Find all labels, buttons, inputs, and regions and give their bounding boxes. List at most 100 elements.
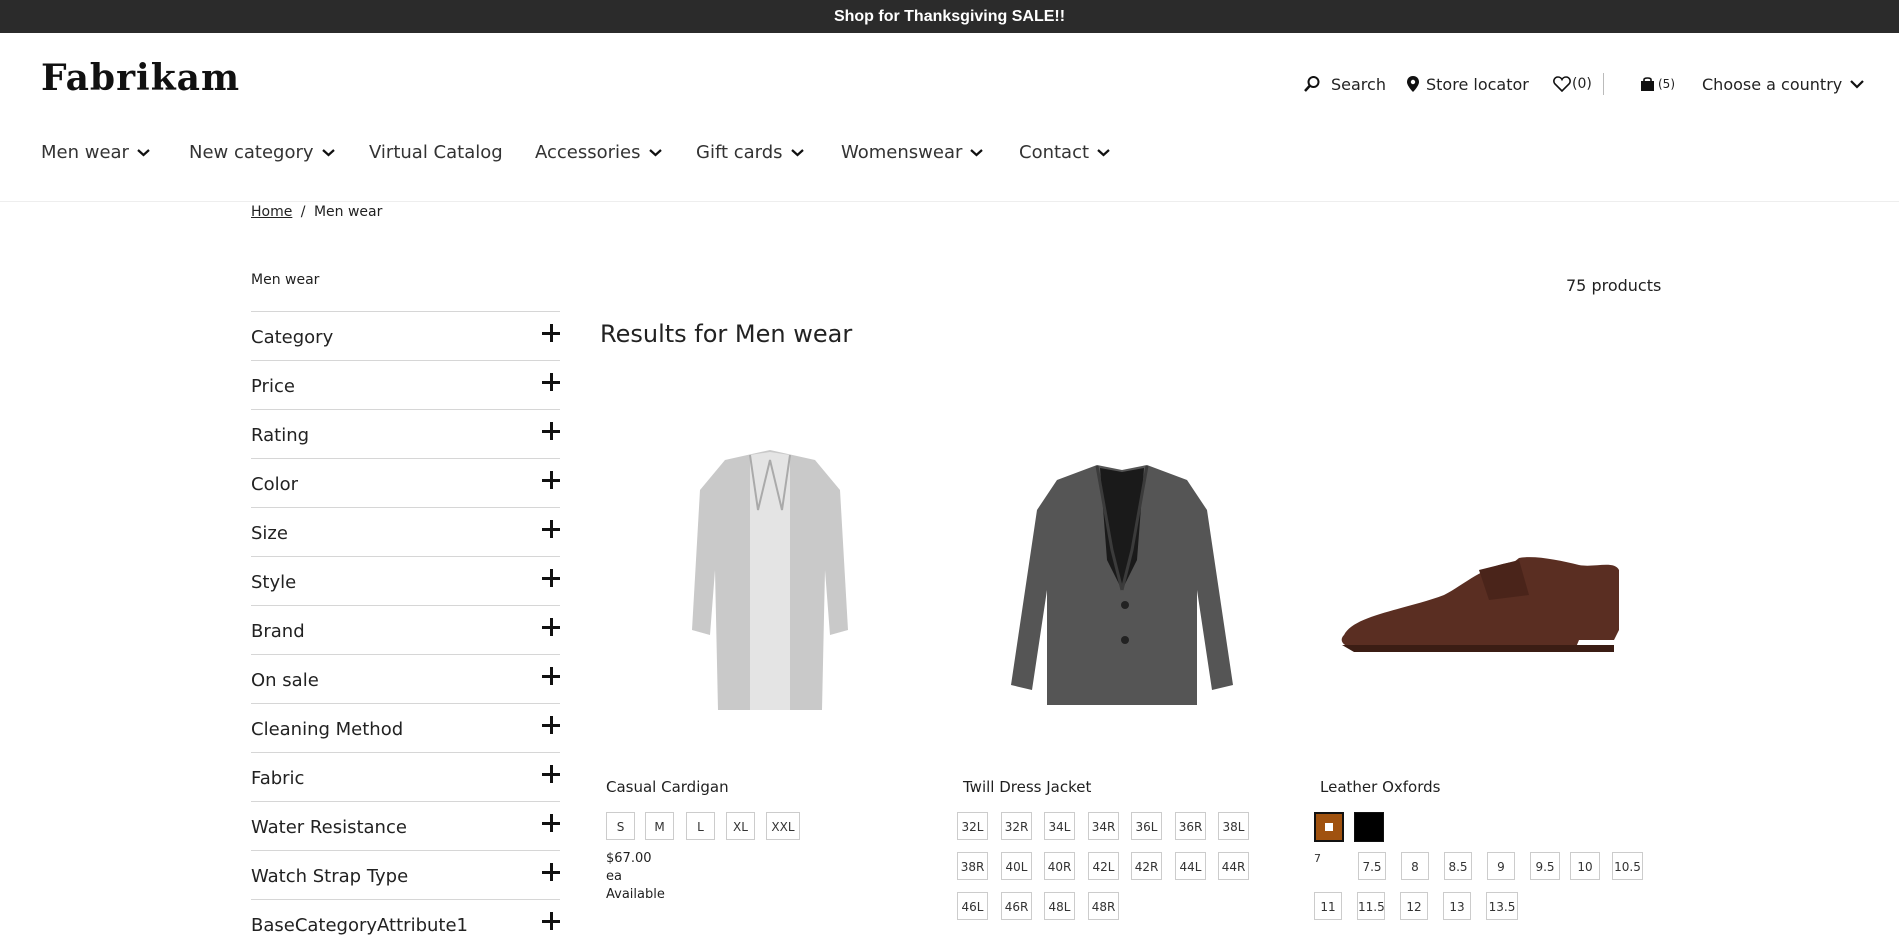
facet-label: Brand: [251, 621, 305, 642]
product-name[interactable]: Casual Cardigan: [606, 778, 729, 796]
plus-icon[interactable]: [542, 520, 560, 538]
size-option[interactable]: 42L: [1088, 852, 1119, 880]
product-name[interactable]: Twill Dress Jacket: [963, 778, 1091, 796]
cart-button[interactable]: (5): [1640, 76, 1675, 92]
country-picker[interactable]: Choose a country: [1702, 74, 1865, 94]
plus-icon[interactable]: [542, 373, 560, 391]
facet-label: On sale: [251, 670, 319, 691]
size-option[interactable]: 48R: [1088, 892, 1119, 920]
facet-water-resistance[interactable]: Water Resistance: [251, 801, 560, 850]
size-option[interactable]: 10: [1570, 852, 1600, 880]
size-option[interactable]: M: [645, 812, 674, 840]
size-option[interactable]: 11.5: [1357, 892, 1385, 920]
product-price-block: $67.00 ea Available: [606, 850, 665, 904]
size-option[interactable]: 10.5: [1612, 852, 1643, 880]
plus-icon[interactable]: [542, 422, 560, 440]
plus-icon[interactable]: [542, 618, 560, 636]
facet-fabric[interactable]: Fabric: [251, 752, 560, 801]
size-option[interactable]: 48L: [1044, 892, 1075, 920]
facet-label: Color: [251, 474, 298, 495]
size-option[interactable]: 44R: [1218, 852, 1249, 880]
nav-item-label: Men wear: [41, 142, 129, 163]
size-option[interactable]: 32R: [1001, 812, 1032, 840]
size-option[interactable]: 9.5: [1530, 852, 1560, 880]
color-swatch[interactable]: [1314, 812, 1344, 842]
size-option[interactable]: 46L: [957, 892, 988, 920]
facet-watch-strap-type[interactable]: Watch Strap Type: [251, 850, 560, 899]
product-name[interactable]: Leather Oxfords: [1320, 778, 1440, 796]
size-option[interactable]: 40L: [1001, 852, 1032, 880]
facet-category[interactable]: Category: [251, 311, 560, 360]
size-option[interactable]: 42R: [1131, 852, 1162, 880]
country-label: Choose a country: [1702, 74, 1843, 94]
size-option[interactable]: 8: [1401, 852, 1429, 880]
plus-icon[interactable]: [542, 324, 560, 342]
plus-icon[interactable]: [542, 471, 560, 489]
plus-icon[interactable]: [542, 569, 560, 587]
facet-on-sale[interactable]: On sale: [251, 654, 560, 703]
size-option[interactable]: 11: [1314, 892, 1342, 920]
product-card-casual-cardigan[interactable]: Casual Cardigan S M L XL XXL $67.00 ea Avail…: [600, 390, 930, 902]
size-option[interactable]: 8.5: [1444, 852, 1472, 880]
facet-size[interactable]: Size: [251, 507, 560, 556]
size-option[interactable]: 36R: [1175, 812, 1206, 840]
plus-icon[interactable]: [542, 716, 560, 734]
size-option[interactable]: 34R: [1088, 812, 1119, 840]
plus-icon[interactable]: [542, 863, 560, 881]
plus-icon[interactable]: [542, 765, 560, 783]
size-option[interactable]: 7.5: [1358, 852, 1386, 880]
chevron-down-icon: [790, 149, 804, 157]
facet-brand[interactable]: Brand: [251, 605, 560, 654]
search-button[interactable]: Search: [1303, 75, 1386, 94]
product-image-jacket[interactable]: [957, 390, 1287, 770]
facet-basecategoryattribute1[interactable]: BaseCategoryAttribute1: [251, 899, 560, 948]
size-option[interactable]: XL: [726, 812, 755, 840]
size-option[interactable]: 12: [1400, 892, 1428, 920]
nav-item-label: Contact: [1019, 142, 1090, 163]
breadcrumb-home[interactable]: Home: [251, 204, 292, 220]
facet-color[interactable]: Color: [251, 458, 560, 507]
plus-icon[interactable]: [542, 667, 560, 685]
size-option[interactable]: 46R: [1001, 892, 1032, 920]
nav-item-contact[interactable]: Contact: [1019, 142, 1110, 163]
chevron-down-icon: [648, 149, 662, 157]
facet-cleaning-method[interactable]: Cleaning Method: [251, 703, 560, 752]
facet-list: Category Price Rating Color Size Style Brand On…: [251, 311, 560, 948]
product-image-oxfords[interactable]: [1314, 390, 1644, 770]
size-option[interactable]: XXL: [766, 812, 800, 840]
nav-item-gift-cards[interactable]: Gift cards: [696, 142, 804, 163]
facet-price[interactable]: Price: [251, 360, 560, 409]
size-option[interactable]: 9: [1487, 852, 1515, 880]
size-option[interactable]: 13.5: [1486, 892, 1518, 920]
store-locator-link[interactable]: Store locator: [1406, 75, 1529, 94]
size-option[interactable]: 34L: [1044, 812, 1075, 840]
size-option[interactable]: 38L: [1218, 812, 1249, 840]
size-option[interactable]: 32L: [957, 812, 988, 840]
nav-item-womenswear[interactable]: Womenswear: [841, 142, 984, 163]
product-card-leather-oxfords[interactable]: Leather Oxfords 7.5 8 8.5 9 9.5 10 10.5 11 11.5 1…: [1314, 390, 1644, 920]
wishlist-button[interactable]: (0): [1553, 76, 1592, 92]
size-option[interactable]: 38R: [957, 852, 988, 880]
chevron-down-icon: [1850, 80, 1865, 89]
nav-item-men-wear[interactable]: Men wear: [41, 142, 150, 163]
nav-item-virtual-catalog[interactable]: Virtual Catalog: [369, 142, 503, 163]
promo-banner[interactable]: Shop for Thanksgiving SALE!!: [0, 0, 1899, 33]
size-option[interactable]: S: [606, 812, 635, 840]
plus-icon[interactable]: [542, 912, 560, 930]
color-swatch[interactable]: [1354, 812, 1384, 842]
product-image-cardigan[interactable]: [600, 390, 930, 770]
size-option[interactable]: 13: [1443, 892, 1471, 920]
size-option[interactable]: 40R: [1044, 852, 1075, 880]
plus-icon[interactable]: [542, 814, 560, 832]
facet-rating[interactable]: Rating: [251, 409, 560, 458]
facet-label: Watch Strap Type: [251, 866, 409, 887]
nav-item-accessories[interactable]: Accessories: [535, 142, 662, 163]
facet-style[interactable]: Style: [251, 556, 560, 605]
size-option[interactable]: 44L: [1175, 852, 1206, 880]
nav-item-new-category[interactable]: New category: [189, 142, 335, 163]
size-option[interactable]: 36L: [1131, 812, 1162, 840]
size-option[interactable]: L: [686, 812, 715, 840]
breadcrumb-separator: /: [300, 204, 306, 220]
nav-item-label: Gift cards: [696, 142, 783, 163]
product-card-twill-dress-jacket[interactable]: Twill Dress Jacket 32L 32R 34L 34R 36L 36R 38L…: [957, 390, 1287, 920]
